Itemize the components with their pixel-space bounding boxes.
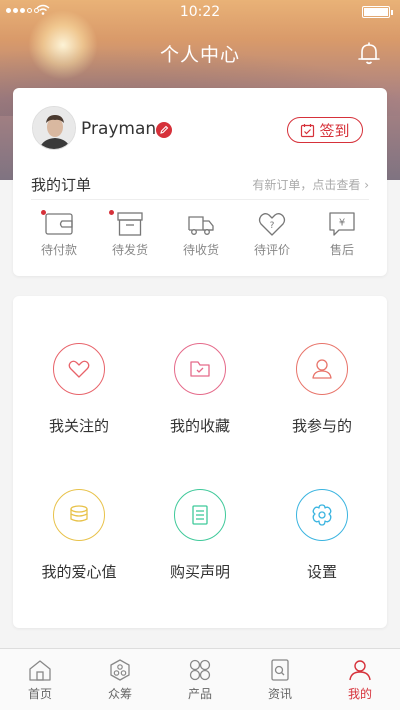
menu-item-settings[interactable]: 设置 — [262, 489, 382, 582]
tab-label: 首页 — [27, 687, 52, 701]
feature-grid: 我关注的 我的收藏 我参与的 我的爱心值 购买声明 设置 — [13, 296, 387, 628]
notification-dot — [41, 210, 46, 215]
tab-news[interactable]: 资讯 — [240, 649, 320, 710]
tab-mine[interactable]: 我的 — [320, 649, 400, 710]
profile-card: Prayman 签到 我的订单 有新订单，点击查看 › 待付款 待发货 待收货 … — [13, 88, 387, 276]
heart-icon — [53, 343, 105, 395]
order-status-label: 待收货 — [182, 243, 219, 257]
battery-icon — [362, 6, 393, 18]
tab-products[interactable]: 产品 — [160, 649, 240, 710]
tab-label: 产品 — [187, 687, 212, 701]
folder-icon — [174, 343, 226, 395]
svg-text:?: ? — [270, 221, 275, 231]
menu-item-participated[interactable]: 我参与的 — [262, 343, 382, 436]
crowdfund-icon — [110, 659, 130, 681]
comment-heart-icon: ? — [258, 213, 286, 236]
home-icon — [29, 660, 51, 681]
tab-label: 众筹 — [107, 687, 132, 701]
menu-item-label: 我的爱心值 — [41, 563, 117, 581]
checkin-button[interactable]: 签到 — [287, 117, 363, 143]
page-title: 个人中心 — [159, 44, 240, 66]
checkin-label: 签到 — [319, 121, 350, 140]
order-status-label: 待评价 — [253, 243, 290, 257]
package-icon — [117, 212, 143, 236]
news-icon — [271, 659, 289, 681]
tab-bar: 首页 众筹 产品 资讯 我的 — [0, 648, 400, 710]
yen-icon: ¥ — [329, 212, 355, 236]
tab-home[interactable]: 首页 — [0, 649, 80, 710]
wallet-icon — [45, 213, 73, 235]
order-status-label: 售后 — [329, 243, 354, 257]
svg-text:¥: ¥ — [339, 218, 345, 229]
notification-dot — [109, 210, 114, 215]
order-status-pending-receipt[interactable]: 待收货 — [166, 210, 236, 258]
username: Prayman — [81, 119, 157, 139]
menu-item-label: 设置 — [306, 563, 337, 581]
status-time: 10:22 — [179, 4, 221, 20]
menu-item-label: 我的收藏 — [169, 417, 230, 435]
menu-item-love-points[interactable]: 我的爱心值 — [19, 489, 139, 582]
document-icon — [174, 489, 226, 541]
menu-item-label: 我关注的 — [48, 417, 109, 435]
orders-title: 我的订单 — [31, 176, 92, 194]
my-orders-row[interactable]: 我的订单 有新订单，点击查看 › — [31, 170, 369, 200]
profile-icon — [349, 660, 371, 681]
edit-profile-icon[interactable] — [156, 122, 172, 138]
menu-item-label: 我参与的 — [291, 417, 352, 435]
order-status-list: 待付款 待发货 待收货 ? 待评价 ¥ 售后 — [13, 210, 387, 270]
order-status-label: 待付款 — [40, 243, 77, 257]
calendar-icon — [301, 123, 315, 137]
order-status-after-sales[interactable]: ¥ 售后 — [307, 210, 377, 258]
flower-gear-icon — [296, 489, 348, 541]
grid-icon — [189, 659, 211, 681]
order-status-pending-payment[interactable]: 待付款 — [24, 210, 94, 258]
menu-item-label: 购买声明 — [169, 563, 230, 581]
coins-icon — [53, 489, 105, 541]
order-status-pending-review[interactable]: ? 待评价 — [237, 210, 307, 258]
menu-item-purchase-statement[interactable]: 购买声明 — [140, 489, 260, 582]
order-status-pending-shipment[interactable]: 待发货 — [95, 210, 165, 258]
status-bar: 10:22 — [0, 0, 400, 24]
bell-icon[interactable] — [356, 40, 382, 66]
order-status-label: 待发货 — [111, 243, 148, 257]
tab-crowdfund[interactable]: 众筹 — [80, 649, 160, 710]
menu-item-favorites[interactable]: 我的收藏 — [140, 343, 260, 436]
battery-fill — [364, 8, 388, 16]
tab-label: 我的 — [347, 687, 372, 701]
orders-hint[interactable]: 有新订单，点击查看 › — [252, 176, 369, 193]
user-icon — [296, 343, 348, 395]
tab-label: 资讯 — [267, 687, 292, 701]
avatar[interactable] — [32, 106, 76, 150]
menu-item-following[interactable]: 我关注的 — [19, 343, 139, 436]
truck-icon — [188, 216, 214, 235]
